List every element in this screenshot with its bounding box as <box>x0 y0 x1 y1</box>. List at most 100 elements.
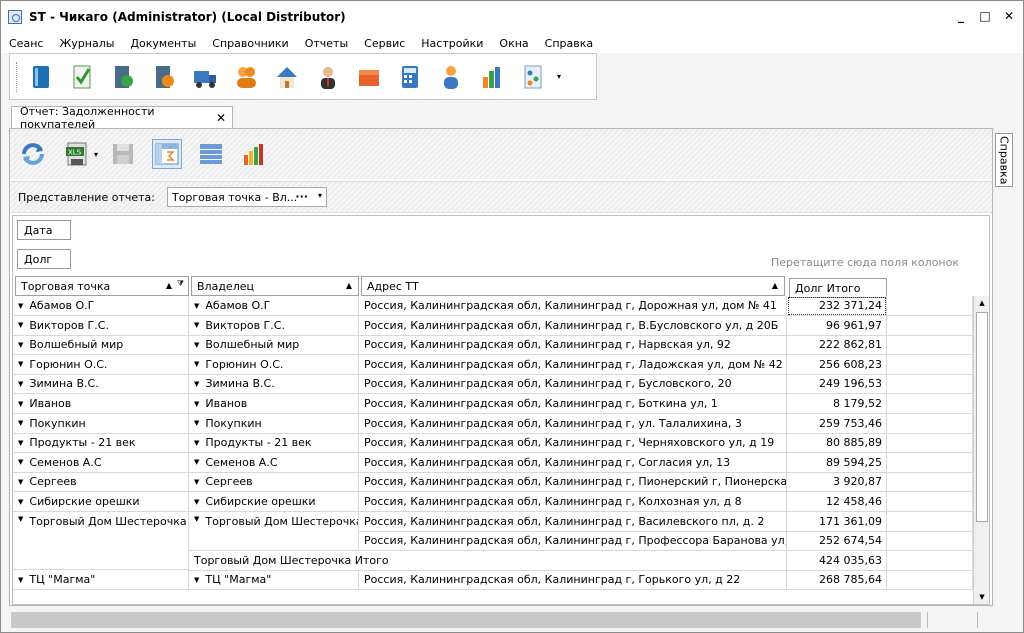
manager-icon[interactable] <box>315 63 341 91</box>
cell-owner[interactable]: ▼ Абамов О.Г <box>189 296 359 316</box>
column-header-store[interactable]: Торговая точка ▲ ⧩ <box>15 276 189 296</box>
chart-icon[interactable] <box>240 139 270 169</box>
scroll-down-icon[interactable]: ▼ <box>974 590 990 604</box>
bar-chart-icon[interactable] <box>479 63 505 91</box>
table-row[interactable]: ▼ Иванов ▼ Иванов Россия, Калининградская об… <box>13 394 989 414</box>
cell-owner[interactable]: ▼ Горюнин О.С. <box>189 354 359 375</box>
cell-debt[interactable]: 252 674,54 <box>787 531 887 552</box>
table-row[interactable]: ▼ Волшебный мир ▼ Волшебный мир Россия, Кали… <box>13 335 989 356</box>
cell-debt[interactable]: 249 196,53 <box>787 374 887 395</box>
expand-toggle-icon[interactable]: ▼ <box>18 360 23 368</box>
cell-address[interactable]: Россия, Калининградская обл, Калининград… <box>359 433 787 454</box>
expand-toggle-icon[interactable]: ▼ <box>18 400 23 408</box>
cell-owner[interactable]: ▼ Торговый Дом Шестерочка <box>189 511 359 551</box>
filter-field-debt[interactable]: Долг <box>17 249 71 269</box>
menu-reports[interactable]: Отчеты <box>297 37 356 50</box>
export-xls-icon[interactable]: XLS <box>62 139 92 169</box>
table-row[interactable]: ▼ Сибирские орешки ▼ Сибирские орешки Россия… <box>13 492 989 512</box>
sort-ascending-icon[interactable]: ▲ <box>166 281 172 290</box>
menu-windows[interactable]: Окна <box>491 37 536 50</box>
diagram-icon[interactable] <box>520 63 546 91</box>
document-import-icon[interactable] <box>151 63 177 91</box>
cell-owner[interactable]: ▼ Волшебный мир <box>189 335 359 356</box>
expand-toggle-icon[interactable]: ▼ <box>18 515 23 523</box>
cell-owner[interactable]: ▼ Зимина В.С. <box>189 374 359 395</box>
expand-toggle-icon[interactable]: ▼ <box>194 380 199 388</box>
cell-owner[interactable]: ▼ Сибирские орешки <box>189 492 359 512</box>
save-icon[interactable] <box>108 139 138 169</box>
expand-toggle-icon[interactable]: ▼ <box>18 498 23 506</box>
table-row[interactable]: ▼ Викторов Г.С. ▼ Викторов Г.С. Россия, Кали… <box>13 315 989 336</box>
expand-toggle-icon[interactable]: ▼ <box>18 576 23 584</box>
table-row[interactable]: ▼ Продукты - 21 век ▼ Продукты - 21 век Росс… <box>13 433 989 454</box>
cell-address[interactable]: Россия, Калининградская обл, Калининград… <box>359 374 787 395</box>
cell-store[interactable]: ▼ Горюнин О.С. <box>13 354 189 375</box>
cell-owner[interactable]: ▼ Продукты - 21 век <box>189 433 359 454</box>
cell-debt[interactable]: 3 920,87 <box>787 472 887 493</box>
table-row[interactable]: ▼ ТЦ "Магма" ▼ ТЦ "Магма" Россия, Калинингра… <box>13 570 989 591</box>
cell-address[interactable]: Россия, Калининградская обл, Калининград… <box>359 394 787 414</box>
expand-toggle-icon[interactable]: ▼ <box>18 458 23 466</box>
menu-service[interactable]: Сервис <box>356 37 413 50</box>
cell-store[interactable]: ▼ Волшебный мир <box>13 335 189 356</box>
table-row[interactable]: ▼ Горюнин О.С. ▼ Горюнин О.С. Россия, Калини… <box>13 354 989 375</box>
table-row[interactable]: ▼ Семенов А.С ▼ Семенов А.С Россия, Калининг… <box>13 452 989 473</box>
expand-toggle-icon[interactable]: ▼ <box>18 302 23 310</box>
cell-store[interactable]: ▼ Сергеев <box>13 472 189 493</box>
minimize-button[interactable]: _ <box>955 9 967 23</box>
expand-toggle-icon[interactable]: ▼ <box>194 515 199 523</box>
cell-address[interactable]: Россия, Калининградская обл, Калининград… <box>359 296 787 316</box>
column-header-owner[interactable]: Владелец ▲ <box>191 276 359 296</box>
menu-help[interactable]: Справка <box>537 37 601 50</box>
cell-owner[interactable]: ▼ Покупкин <box>189 413 359 434</box>
report-view-select[interactable]: Торговая точка - Вл... ··· ▾ <box>166 187 327 207</box>
maximize-button[interactable]: □ <box>979 9 991 23</box>
cell-store[interactable]: ▼ Семенов А.С <box>13 452 189 473</box>
cell-debt[interactable]: 259 753,46 <box>787 413 887 434</box>
cell-owner[interactable]: ▼ Иванов <box>189 394 359 414</box>
expand-toggle-icon[interactable]: ▼ <box>18 419 23 427</box>
help-side-tab[interactable]: Справка <box>995 133 1013 187</box>
cell-address[interactable]: Россия, Калининградская обл, Калининград… <box>359 354 787 375</box>
users-icon[interactable] <box>233 63 259 91</box>
menu-documents[interactable]: Документы <box>122 37 204 50</box>
pivot-table-icon[interactable] <box>152 139 183 169</box>
cell-address[interactable]: Россия, Калининградская обл, Калининград… <box>359 531 787 552</box>
box-icon[interactable] <box>356 63 382 91</box>
cell-debt[interactable]: 12 458,46 <box>787 492 887 512</box>
cell-store[interactable]: ▼ Торговый Дом Шестерочка <box>13 511 189 571</box>
cell-owner[interactable]: ▼ Сергеев <box>189 472 359 493</box>
cell-address[interactable]: Россия, Калининградская обл, Калининград… <box>359 511 787 532</box>
table-row[interactable]: ▼ Покупкин ▼ Покупкин Россия, Калининградска… <box>13 413 989 434</box>
table-row-group[interactable]: ▼ Торговый Дом Шестерочка ▼ Торговый Дом Ше… <box>13 511 989 571</box>
filter-icon[interactable]: ⧩ <box>177 279 184 289</box>
menu-session[interactable]: Сеанс <box>1 37 51 50</box>
cell-store[interactable]: ▼ Абамов О.Г <box>13 296 189 316</box>
scroll-up-icon[interactable]: ▲ <box>974 296 990 310</box>
cell-debt[interactable]: 89 594,25 <box>787 452 887 473</box>
cell-store[interactable]: ▼ Зимина В.С. <box>13 374 189 395</box>
expand-toggle-icon[interactable]: ▼ <box>18 380 23 388</box>
cell-owner[interactable]: ▼ Викторов Г.С. <box>189 315 359 336</box>
expand-toggle-icon[interactable]: ▼ <box>18 321 23 329</box>
table-row[interactable]: ▼ Абамов О.Г ▼ Абамов О.Г Россия, Калинингра… <box>13 296 989 316</box>
tab-close-icon[interactable]: ✕ <box>216 111 226 125</box>
expand-toggle-icon[interactable]: ▼ <box>194 576 199 584</box>
cell-debt[interactable]: 222 862,81 <box>787 335 887 356</box>
cell-store[interactable]: ▼ Викторов Г.С. <box>13 315 189 336</box>
expand-toggle-icon[interactable]: ▼ <box>18 341 23 349</box>
sort-ascending-icon[interactable]: ▲ <box>346 281 352 290</box>
toolbar-overflow-button[interactable]: ▾ <box>557 72 561 81</box>
truck-icon[interactable] <box>192 63 218 91</box>
cell-address[interactable]: Россия, Калининградская обл, Калининград… <box>359 315 787 336</box>
table-rows-icon[interactable] <box>196 139 226 169</box>
cell-debt[interactable]: 256 608,23 <box>787 354 887 375</box>
sort-ascending-icon[interactable]: ▲ <box>772 281 778 290</box>
expand-toggle-icon[interactable]: ▼ <box>194 498 199 506</box>
refresh-icon[interactable] <box>18 139 48 169</box>
cell-address[interactable]: Россия, Калининградская обл, Калининград… <box>359 472 787 493</box>
filter-field-date[interactable]: Дата <box>17 220 71 240</box>
close-button[interactable]: ✕ <box>1003 9 1015 23</box>
cell-debt[interactable]: 8 179,52 <box>787 394 887 414</box>
expand-toggle-icon[interactable]: ▼ <box>194 419 199 427</box>
